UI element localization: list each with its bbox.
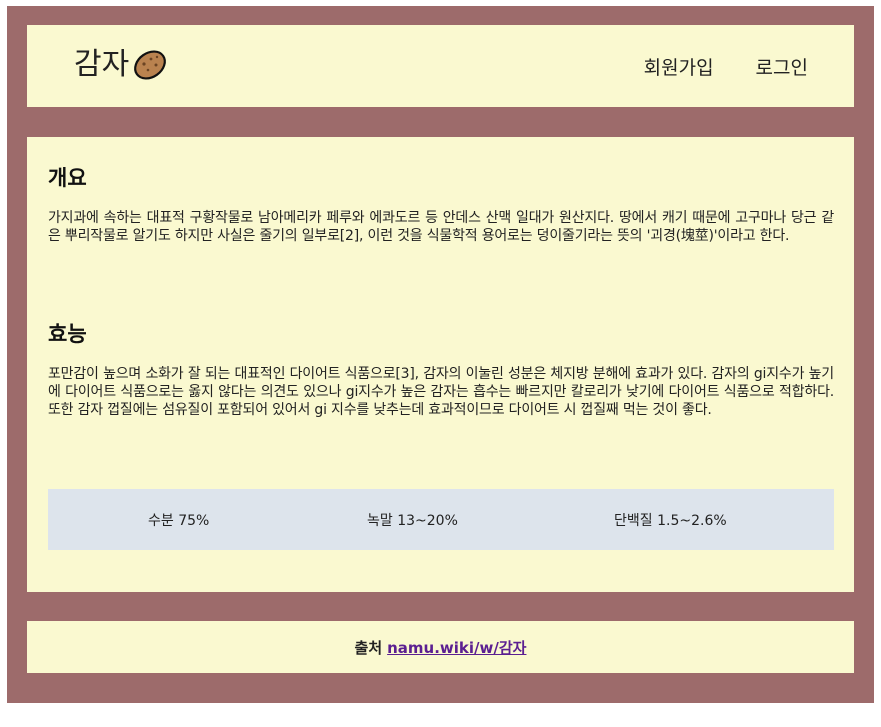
potato-icon	[134, 50, 167, 80]
source-link[interactable]: namu.wiki/w/감자	[387, 639, 526, 657]
header: 감자 회원가입 로그인	[27, 25, 854, 107]
section-body-overview: 가지과에 속하는 대표적 구황작물로 남아메리카 페루와 에콰도르 등 안데스 …	[48, 210, 834, 244]
logo[interactable]: 감자	[74, 47, 169, 83]
top-nav: 회원가입 로그인	[644, 53, 808, 80]
nutrition-stats-bar: 수분 75% 녹말 13~20% 단백질 1.5~2.6%	[48, 489, 834, 550]
page-frame: 감자 회원가입 로그인 개요 가지과에 속하는 대표적 구황작물로 남아메리카 …	[7, 6, 874, 703]
logo-text: 감자	[74, 47, 130, 82]
stat-starch: 녹말 13~20%	[367, 513, 458, 529]
source-label: 출처	[354, 639, 383, 657]
signup-link[interactable]: 회원가입	[644, 53, 714, 80]
source-line: 출처 namu.wiki/w/감자	[27, 637, 854, 658]
stat-water: 수분 75%	[148, 513, 210, 529]
footer: 출처 namu.wiki/w/감자	[27, 621, 854, 673]
section-body-effects: 포만감이 높으며 소화가 잘 되는 대표적인 다이어트 식품으로[3], 감자의…	[48, 366, 834, 418]
login-link[interactable]: 로그인	[756, 53, 808, 80]
section-title-effects: 효능	[48, 322, 87, 346]
main-content: 개요 가지과에 속하는 대표적 구황작물로 남아메리카 페루와 에콰도르 등 안…	[27, 137, 854, 592]
section-title-overview: 개요	[48, 166, 87, 190]
stat-protein: 단백질 1.5~2.6%	[614, 513, 727, 529]
